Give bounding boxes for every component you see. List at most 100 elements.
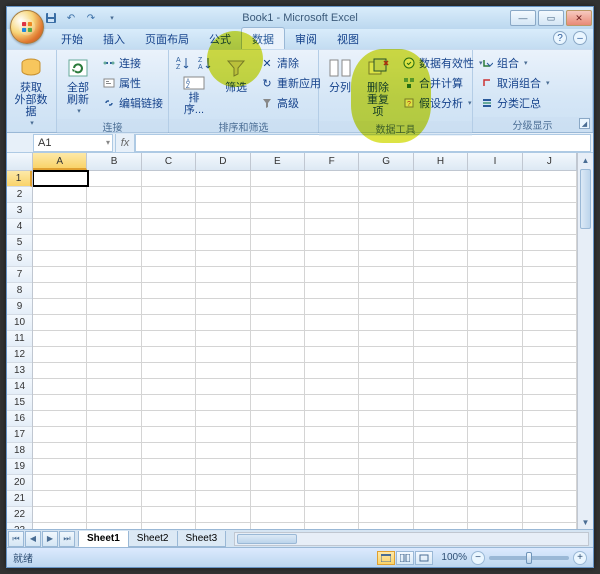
page-layout-view-button[interactable] xyxy=(396,551,414,565)
cell[interactable] xyxy=(359,235,413,251)
cell[interactable] xyxy=(359,203,413,219)
cell[interactable] xyxy=(468,411,522,427)
cell[interactable] xyxy=(251,507,305,523)
cell[interactable] xyxy=(523,475,577,491)
cell[interactable] xyxy=(414,283,468,299)
cell[interactable] xyxy=(33,363,87,379)
scroll-up-button[interactable]: ▲ xyxy=(578,153,593,167)
cell[interactable] xyxy=(196,251,250,267)
sheet-tab[interactable]: Sheet3 xyxy=(177,531,227,547)
cell[interactable] xyxy=(142,219,196,235)
cell[interactable] xyxy=(251,475,305,491)
cell[interactable] xyxy=(523,507,577,523)
cell[interactable] xyxy=(87,299,141,315)
cell[interactable] xyxy=(359,331,413,347)
cell[interactable] xyxy=(251,203,305,219)
row-header[interactable]: 13 xyxy=(7,363,32,379)
cell[interactable] xyxy=(33,411,87,427)
cell[interactable] xyxy=(414,219,468,235)
row-header[interactable]: 12 xyxy=(7,347,32,363)
cell[interactable] xyxy=(523,347,577,363)
cell[interactable] xyxy=(251,283,305,299)
cell[interactable] xyxy=(142,235,196,251)
cell[interactable] xyxy=(196,443,250,459)
cell[interactable] xyxy=(523,523,577,529)
cell[interactable] xyxy=(33,283,87,299)
sort-button[interactable]: AZ排序... xyxy=(177,73,211,119)
ribbon-tab-1[interactable]: 插入 xyxy=(93,28,135,49)
cell[interactable] xyxy=(305,187,359,203)
cell[interactable] xyxy=(468,491,522,507)
cell[interactable] xyxy=(305,283,359,299)
cell[interactable] xyxy=(196,379,250,395)
cell[interactable] xyxy=(414,331,468,347)
cell[interactable] xyxy=(414,411,468,427)
row-header[interactable]: 20 xyxy=(7,475,32,491)
cell[interactable] xyxy=(251,299,305,315)
cell[interactable] xyxy=(359,171,413,187)
cell[interactable] xyxy=(142,491,196,507)
qat-undo-button[interactable]: ↶ xyxy=(63,10,79,26)
cell[interactable] xyxy=(196,491,250,507)
cell[interactable] xyxy=(87,427,141,443)
row-header[interactable]: 3 xyxy=(7,203,32,219)
cell[interactable] xyxy=(142,523,196,529)
cell[interactable] xyxy=(305,395,359,411)
cell[interactable] xyxy=(142,427,196,443)
cell[interactable] xyxy=(196,347,250,363)
ribbon-tab-3[interactable]: 公式 xyxy=(199,28,241,49)
cell[interactable] xyxy=(468,299,522,315)
cell[interactable] xyxy=(523,235,577,251)
sort-desc-button[interactable]: ZA xyxy=(195,53,215,73)
cell[interactable] xyxy=(33,507,87,523)
cell[interactable] xyxy=(33,235,87,251)
cell[interactable] xyxy=(87,363,141,379)
cell[interactable] xyxy=(468,219,522,235)
cell[interactable] xyxy=(142,443,196,459)
horizontal-scrollbar[interactable] xyxy=(234,532,589,546)
cell[interactable] xyxy=(359,315,413,331)
cell[interactable] xyxy=(414,475,468,491)
cell[interactable] xyxy=(359,395,413,411)
cell[interactable] xyxy=(359,299,413,315)
cell[interactable] xyxy=(305,459,359,475)
cell[interactable] xyxy=(196,523,250,529)
cell[interactable] xyxy=(142,331,196,347)
cell[interactable] xyxy=(87,491,141,507)
select-all-corner[interactable] xyxy=(7,153,32,171)
cell[interactable] xyxy=(305,267,359,283)
reapply-button[interactable]: ↻重新应用 xyxy=(257,73,324,93)
cell[interactable] xyxy=(87,443,141,459)
name-box[interactable]: A1 xyxy=(33,134,113,152)
cell[interactable] xyxy=(87,235,141,251)
cell[interactable] xyxy=(251,251,305,267)
cell[interactable] xyxy=(468,523,522,529)
cell[interactable] xyxy=(523,219,577,235)
sheet-tab[interactable]: Sheet1 xyxy=(78,531,129,547)
cell[interactable] xyxy=(251,363,305,379)
cell[interactable] xyxy=(87,219,141,235)
row-header[interactable]: 10 xyxy=(7,315,32,331)
cell[interactable] xyxy=(196,331,250,347)
zoom-slider[interactable] xyxy=(489,556,569,560)
cell[interactable] xyxy=(523,395,577,411)
row-header[interactable]: 1 xyxy=(7,171,32,187)
cell[interactable] xyxy=(251,347,305,363)
sort-asc-button[interactable]: AZ xyxy=(173,53,193,73)
row-header[interactable]: 14 xyxy=(7,379,32,395)
cell[interactable] xyxy=(251,427,305,443)
cell[interactable] xyxy=(305,251,359,267)
cell[interactable] xyxy=(142,411,196,427)
zoom-level[interactable]: 100% xyxy=(441,552,467,563)
cell[interactable] xyxy=(196,315,250,331)
cell[interactable] xyxy=(196,427,250,443)
cell[interactable] xyxy=(33,171,87,187)
cell[interactable] xyxy=(251,411,305,427)
row-header[interactable]: 17 xyxy=(7,427,32,443)
sheet-nav-next[interactable]: ▶ xyxy=(42,531,58,547)
ribbon-tab-6[interactable]: 视图 xyxy=(327,28,369,49)
cell[interactable] xyxy=(468,459,522,475)
cell[interactable] xyxy=(359,475,413,491)
cell[interactable] xyxy=(305,171,359,187)
column-header[interactable]: A xyxy=(33,153,87,170)
